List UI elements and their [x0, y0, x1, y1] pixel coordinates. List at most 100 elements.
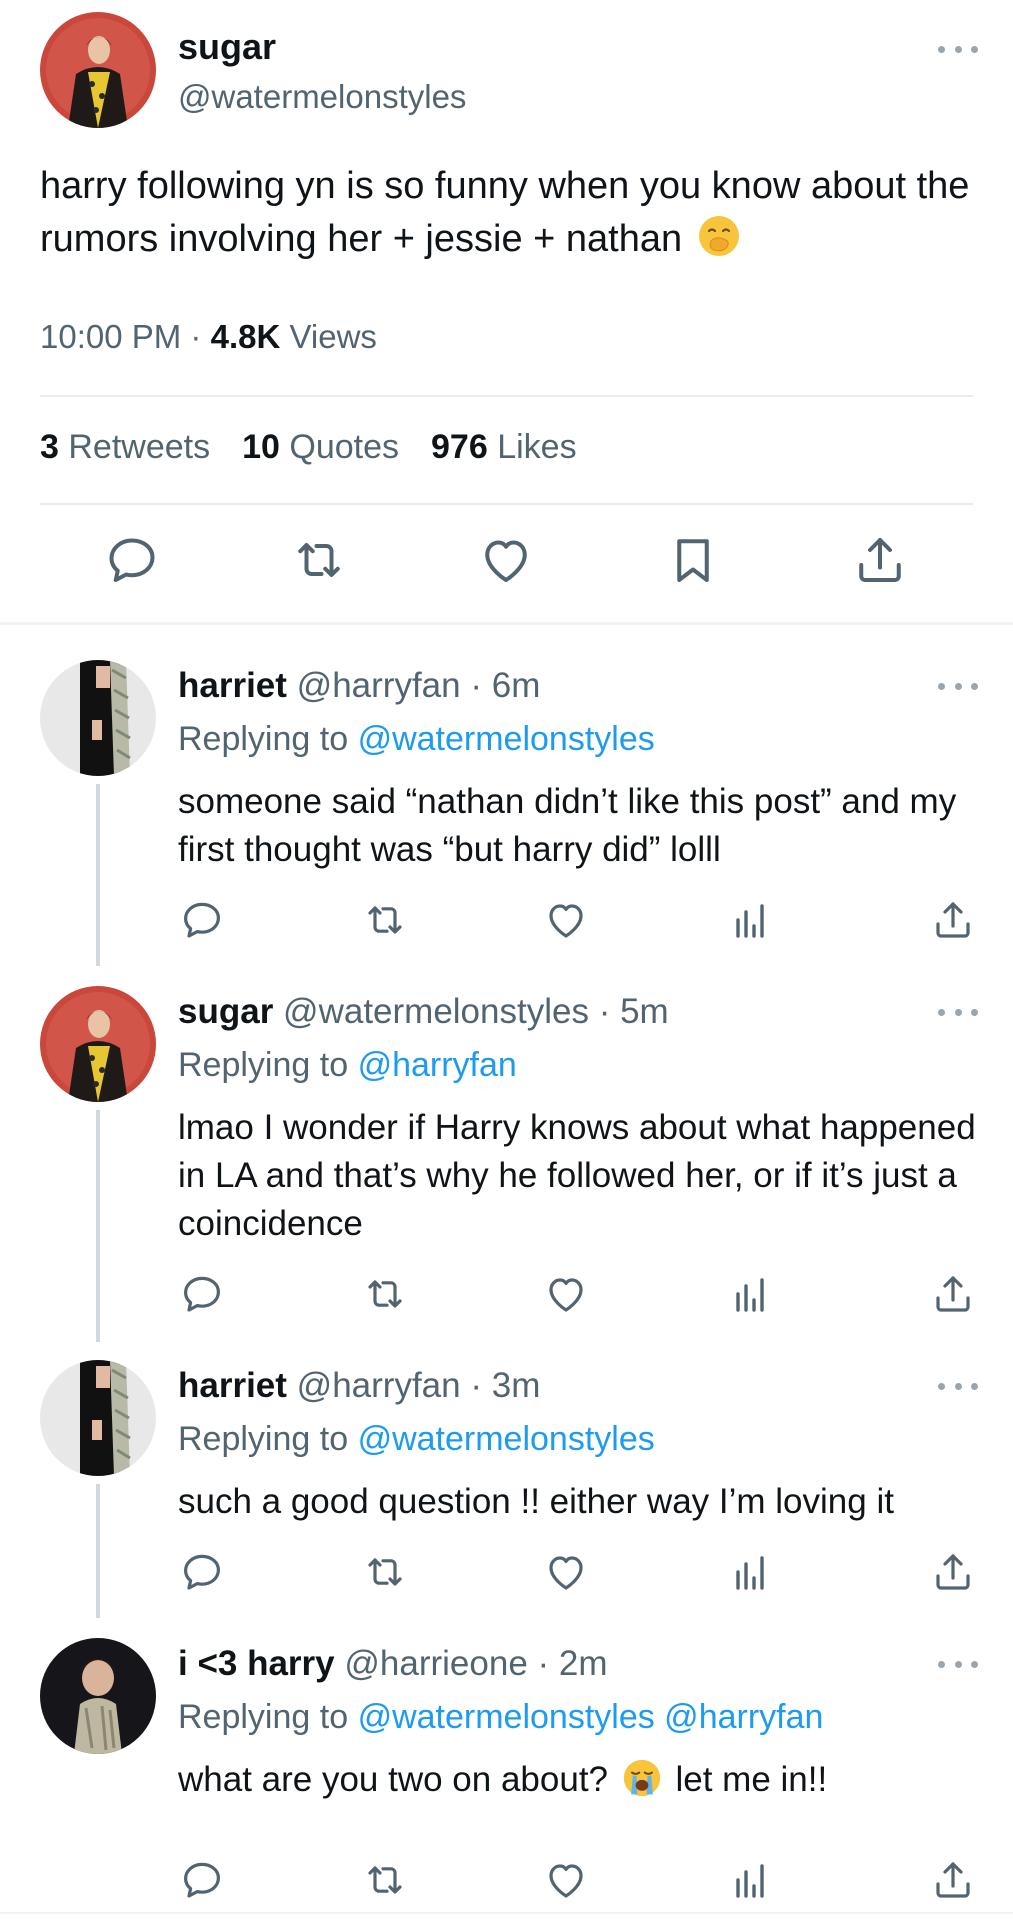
quotes-count: 10: [242, 428, 280, 466]
retweet-icon[interactable]: [361, 896, 409, 944]
divider: [0, 1912, 1013, 1914]
reply-icon[interactable]: [102, 530, 162, 590]
likes-count: 976: [431, 428, 488, 466]
engagement-stats: 3 Retweets 10 Quotes 976 Likes: [40, 428, 577, 467]
reply-header: sugar @watermelonstyles · 5m: [178, 992, 669, 1032]
more-options-icon[interactable]: [938, 680, 978, 692]
more-options-icon[interactable]: [938, 43, 978, 55]
reply-time[interactable]: · 3m: [470, 1366, 540, 1405]
retweets-stat[interactable]: 3 Retweets: [40, 428, 210, 467]
reply-tweet[interactable]: harriet @harryfan · 6m Replying to @wate…: [0, 652, 1013, 972]
replying-to: Replying to @watermelonstyles: [178, 1420, 655, 1459]
retweet-icon[interactable]: [361, 1548, 409, 1596]
reply-tweet[interactable]: sugar @watermelonstyles · 5m Replying to…: [0, 978, 1013, 1348]
reply-actions: [178, 1270, 978, 1318]
like-icon[interactable]: [542, 1270, 590, 1318]
reply-header: harriet @harryfan · 6m: [178, 666, 540, 706]
retweets-count: 3: [40, 428, 59, 466]
views-count: 4.8K: [210, 318, 281, 355]
reply-actions: [178, 1548, 978, 1596]
tweet-text-body: harry following yn is so funny when you …: [40, 165, 970, 260]
more-options-icon[interactable]: [938, 1658, 978, 1670]
reply-tweet[interactable]: i <3 harry @harrieone · 2m Replying to @…: [0, 1630, 1013, 1910]
section-divider: [0, 622, 1013, 625]
views-icon[interactable]: [726, 896, 774, 944]
avatar[interactable]: [40, 12, 156, 128]
like-icon[interactable]: [542, 1548, 590, 1596]
reply-icon[interactable]: [178, 1856, 226, 1904]
like-icon[interactable]: [476, 530, 536, 590]
author-name[interactable]: sugar: [178, 26, 276, 68]
quotes-label: Quotes: [289, 428, 400, 466]
reply-actions: [178, 896, 978, 944]
views-icon[interactable]: [726, 1548, 774, 1596]
like-icon[interactable]: [542, 896, 590, 944]
author-name[interactable]: sugar: [178, 992, 273, 1031]
retweet-icon[interactable]: [361, 1270, 409, 1318]
replying-to-label: Replying to: [178, 1046, 349, 1084]
more-options-icon[interactable]: [938, 1380, 978, 1392]
share-icon[interactable]: [929, 1270, 977, 1318]
divider: [40, 395, 973, 397]
reply-icon[interactable]: [178, 1270, 226, 1318]
share-icon[interactable]: [929, 896, 977, 944]
replying-to-handle[interactable]: @watermelonstyles: [358, 720, 655, 758]
author-handle[interactable]: @watermelonstyles: [283, 992, 589, 1031]
author-handle[interactable]: @watermelonstyles: [178, 78, 466, 116]
replying-to-label: Replying to: [178, 1420, 349, 1458]
reply-time[interactable]: · 2m: [538, 1644, 608, 1683]
more-options-icon[interactable]: [938, 1006, 978, 1018]
reply-text: what are you two on about? let me in!!: [178, 1756, 978, 1804]
share-icon[interactable]: [929, 1548, 977, 1596]
author-handle[interactable]: @harrieone: [344, 1644, 527, 1683]
reply-text: someone said “nathan didn’t like this po…: [178, 782, 957, 869]
reply-actions: [178, 1856, 978, 1904]
avatar[interactable]: [40, 660, 156, 776]
reply-icon[interactable]: [178, 896, 226, 944]
avatar[interactable]: [40, 986, 156, 1102]
thread-line: [96, 1484, 100, 1618]
author-name[interactable]: harriet: [178, 666, 287, 705]
tweet-actions: [40, 530, 973, 600]
author-name[interactable]: harriet: [178, 1366, 287, 1405]
replying-to-label: Replying to: [178, 1698, 349, 1736]
loudly-crying-face-icon: [623, 1759, 660, 1797]
retweet-icon[interactable]: [361, 1856, 409, 1904]
face-with-hand-over-mouth-icon: [698, 216, 739, 256]
thread-line: [96, 784, 100, 966]
replying-to: Replying to @harryfan: [178, 1046, 517, 1085]
likes-label: Likes: [497, 428, 577, 466]
reply-text: lmao I wonder if Harry knows about what …: [178, 1108, 976, 1243]
reply-text-before: what are you two on about?: [178, 1760, 609, 1799]
tweet-meta: 10:00 PM · 4.8K Views: [40, 318, 377, 356]
replying-to-handle[interactable]: @harryfan: [358, 1046, 517, 1084]
avatar[interactable]: [40, 1638, 156, 1754]
tweet-time[interactable]: 10:00 PM: [40, 318, 181, 355]
author-handle[interactable]: @harryfan: [297, 666, 461, 705]
avatar[interactable]: [40, 1360, 156, 1476]
reply-time[interactable]: · 6m: [470, 666, 540, 705]
author-name[interactable]: i <3 harry: [178, 1644, 335, 1683]
reply-time[interactable]: · 5m: [599, 992, 669, 1031]
bookmark-icon[interactable]: [663, 530, 723, 590]
replying-to-handle[interactable]: @watermelonstyles @harryfan: [358, 1698, 824, 1736]
retweet-icon[interactable]: [289, 530, 349, 590]
views-icon[interactable]: [726, 1856, 774, 1904]
likes-stat[interactable]: 976 Likes: [431, 428, 577, 467]
reply-text-after: let me in!!: [675, 1760, 828, 1799]
reply-tweet[interactable]: harriet @harryfan · 3m Replying to @wate…: [0, 1352, 1013, 1622]
quotes-stat[interactable]: 10 Quotes: [242, 428, 399, 467]
views-icon[interactable]: [726, 1270, 774, 1318]
replying-to: Replying to @watermelonstyles: [178, 720, 655, 759]
retweets-label: Retweets: [68, 428, 211, 466]
tweet-text: harry following yn is so funny when you …: [40, 160, 980, 266]
share-icon[interactable]: [929, 1856, 977, 1904]
reply-header: i <3 harry @harrieone · 2m: [178, 1644, 608, 1684]
replying-to-handle[interactable]: @watermelonstyles: [358, 1420, 655, 1458]
reply-icon[interactable]: [178, 1548, 226, 1596]
views-label: Views: [289, 318, 377, 355]
share-icon[interactable]: [850, 530, 910, 590]
replying-to: Replying to @watermelonstyles @harryfan: [178, 1698, 823, 1737]
like-icon[interactable]: [542, 1856, 590, 1904]
author-handle[interactable]: @harryfan: [297, 1366, 461, 1405]
